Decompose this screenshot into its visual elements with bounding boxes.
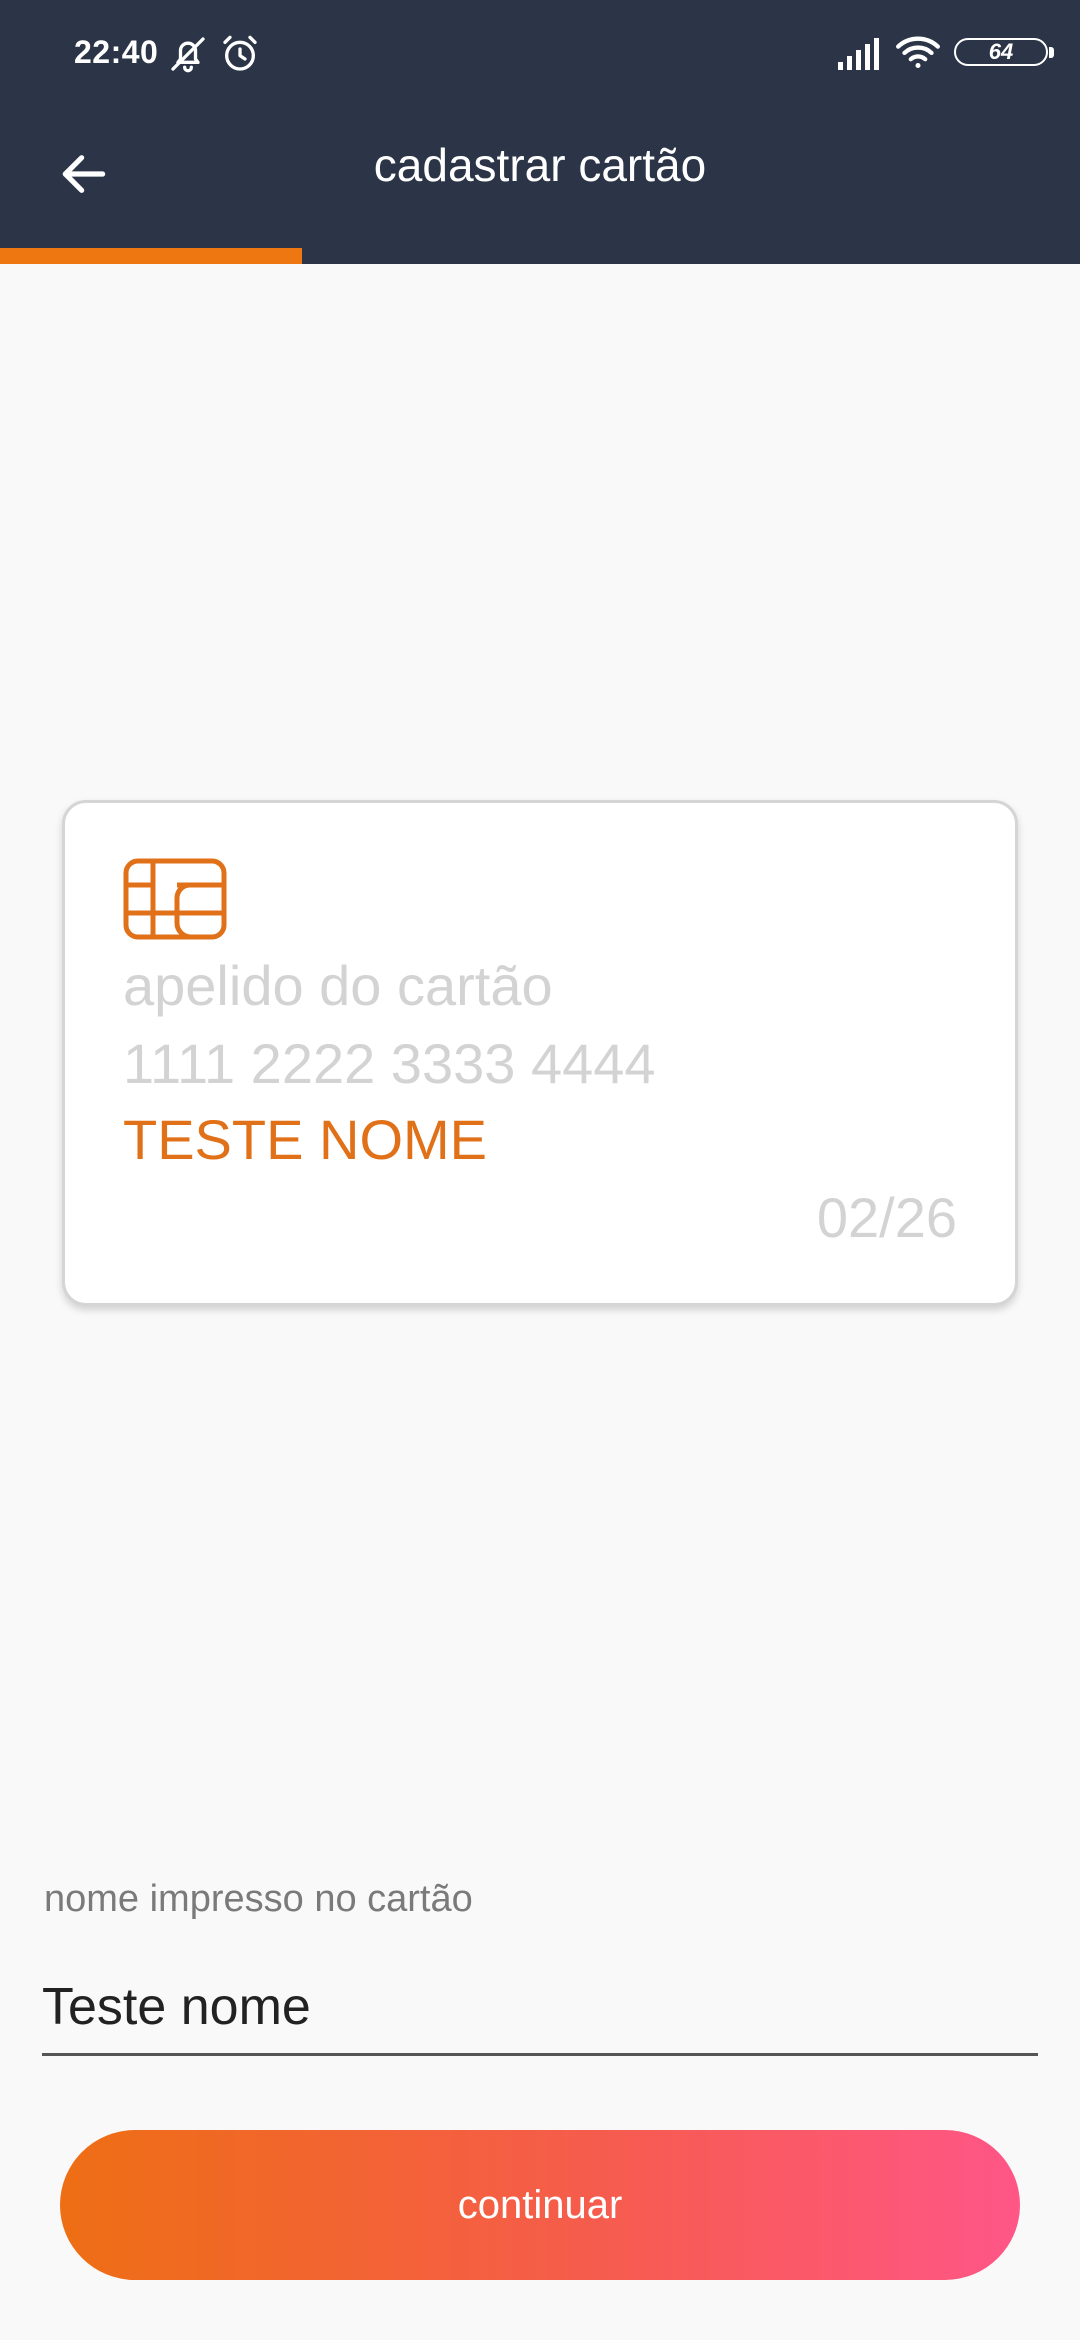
progress-fill: [0, 248, 303, 264]
signal-icon: [838, 38, 879, 70]
top-app-bar: 22:40 64 cadastrar cartão: [0, 0, 1080, 264]
continue-button-label: continuar: [457, 2182, 623, 2227]
continue-button[interactable]: continuar: [60, 2130, 1020, 2280]
battery-icon: 64: [954, 38, 1060, 70]
credit-card-preview: apelido do cartão 1111 2222 3333 4444 TE…: [62, 800, 1018, 1306]
cardholder-name-input[interactable]: [42, 1972, 1038, 2056]
card-nickname-placeholder: apelido do cartão: [123, 954, 553, 1017]
page-title: cadastrar cartão: [373, 139, 707, 191]
cardholder-name-label: nome impresso no cartão: [44, 1878, 473, 1920]
status-time: 22:40: [74, 34, 159, 70]
progress-bar: [0, 248, 1080, 264]
wifi-icon: [896, 36, 940, 69]
bell-off-icon: [171, 37, 205, 73]
app-header: cadastrar cartão: [0, 108, 1080, 248]
alarm-icon: [223, 35, 257, 71]
card-number-placeholder: 1111 2222 3333 4444: [123, 1032, 656, 1095]
card-chip-icon: [123, 858, 227, 940]
card-expiry: 02/26: [816, 1186, 957, 1249]
status-bar: 22:40 64: [0, 0, 1080, 108]
card-holder-name: TESTE NOME: [123, 1108, 488, 1171]
battery-level: 64: [988, 39, 1014, 64]
